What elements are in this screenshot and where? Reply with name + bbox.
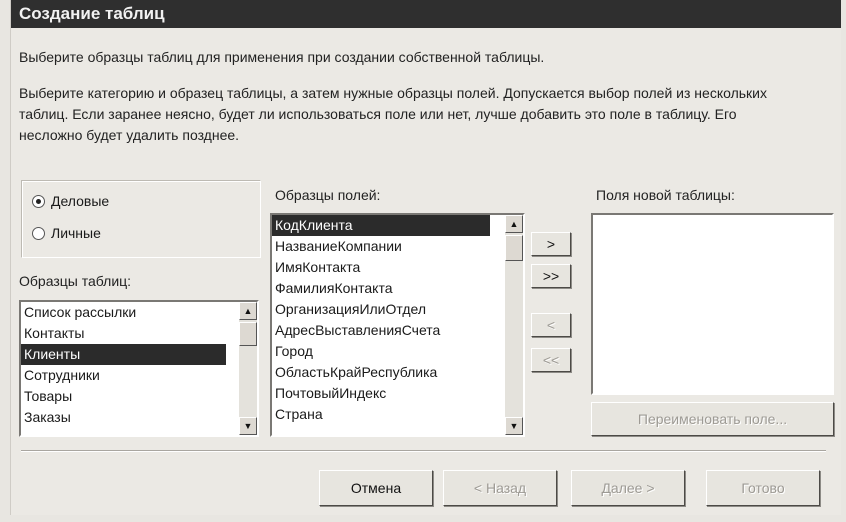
scroll-down-icon[interactable]: ▼: [505, 417, 523, 435]
list-item[interactable]: Контакты: [21, 323, 257, 344]
sample-fields-scrollbar[interactable]: ▲ ▼: [505, 215, 523, 435]
scroll-up-icon[interactable]: ▲: [239, 302, 257, 320]
scroll-down-icon[interactable]: ▼: [239, 417, 257, 435]
radio-personal[interactable]: Личные: [32, 225, 101, 241]
list-item[interactable]: Товары: [21, 386, 257, 407]
finish-button[interactable]: Готово: [706, 470, 820, 506]
list-item[interactable]: ОбластьКрайРеспублика: [272, 362, 523, 383]
new-fields-label: Поля новой таблицы:: [596, 187, 735, 203]
scroll-up-icon[interactable]: ▲: [505, 215, 523, 233]
category-group: Деловые Личные: [21, 180, 261, 258]
list-item-selected[interactable]: КодКлиента: [272, 215, 490, 236]
sample-tables-list[interactable]: Список рассылки Контакты Клиенты Сотрудн…: [19, 300, 259, 437]
remove-all-fields-button[interactable]: <<: [531, 348, 571, 372]
list-item[interactable]: ПочтовыйИндекс: [272, 383, 523, 404]
list-item[interactable]: Сотрудники: [21, 365, 257, 386]
list-item[interactable]: ИмяКонтакта: [272, 257, 523, 278]
back-button[interactable]: < Назад: [443, 470, 557, 506]
list-item[interactable]: ФамилияКонтакта: [272, 278, 523, 299]
list-item[interactable]: Город: [272, 341, 523, 362]
radio-business[interactable]: Деловые: [32, 193, 109, 209]
radio-business-indicator[interactable]: [32, 194, 45, 208]
rename-field-button[interactable]: Переименовать поле...: [591, 402, 834, 436]
sample-tables-label: Образцы таблиц:: [19, 273, 132, 289]
intro-line-1: Выберите образцы таблиц для применения п…: [19, 49, 545, 65]
add-field-button[interactable]: >: [531, 232, 571, 256]
list-item[interactable]: Список рассылки: [21, 302, 257, 323]
list-item[interactable]: Страна: [272, 404, 523, 425]
intro-line-2: Выберите категорию и образец таблицы, а …: [19, 85, 767, 143]
new-fields-list[interactable]: [591, 213, 834, 395]
list-item[interactable]: Заказы: [21, 407, 257, 428]
list-item-selected[interactable]: Клиенты: [21, 344, 226, 365]
window-title: Создание таблиц: [11, 0, 841, 28]
scroll-thumb[interactable]: [239, 322, 257, 346]
scroll-thumb[interactable]: [505, 235, 523, 261]
sample-fields-label: Образцы полей:: [275, 187, 381, 203]
footer-divider: [21, 450, 826, 452]
radio-personal-label: Личные: [51, 225, 101, 241]
sample-tables-scrollbar[interactable]: ▲ ▼: [239, 302, 257, 435]
sample-fields-list[interactable]: КодКлиента НазваниеКомпании ИмяКонтакта …: [270, 213, 525, 437]
add-all-fields-button[interactable]: >>: [531, 264, 571, 288]
radio-business-label: Деловые: [51, 193, 110, 209]
table-wizard-window: Создание таблиц Выберите образцы таблиц …: [10, 0, 841, 515]
list-item[interactable]: ОрганизацияИлиОтдел: [272, 299, 523, 320]
list-item[interactable]: АдресВыставленияСчета: [272, 320, 523, 341]
radio-personal-indicator[interactable]: [32, 226, 45, 240]
list-item[interactable]: НазваниеКомпании: [272, 236, 523, 257]
cancel-button[interactable]: Отмена: [319, 470, 433, 506]
remove-field-button[interactable]: <: [531, 313, 571, 337]
next-button[interactable]: Далее >: [571, 470, 685, 506]
